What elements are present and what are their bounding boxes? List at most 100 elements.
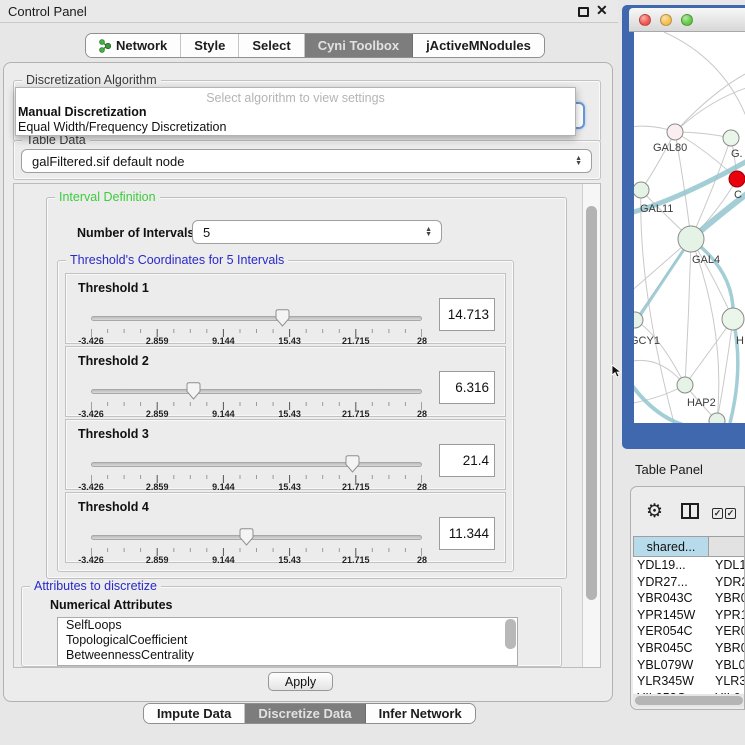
tab-discretize-data[interactable]: Discretize Data: [245, 704, 365, 723]
threshold-box: Threshold 3-3.4262.8599.14415.4321.71528…: [65, 419, 506, 490]
control-panel-title: Control Panel: [8, 4, 87, 19]
top-tab-bar: Network Style Select Cyni Toolbox jActiv…: [85, 33, 545, 58]
table-row[interactable]: YDL19...YDL1: [633, 557, 745, 574]
table-rows[interactable]: YDL19...YDL1YDR27...YDR2YBR043CYBR0YPR14…: [633, 557, 745, 694]
network-node-label: H: [736, 335, 744, 347]
slider-track[interactable]: [91, 389, 422, 394]
algorithm-dropdown-popup: Select algorithm to view settings Manual…: [15, 87, 576, 136]
tab-network[interactable]: Network: [86, 34, 181, 57]
threshold-value-field[interactable]: 21.4: [439, 444, 495, 477]
cell-name[interactable]: YBR0: [710, 590, 745, 607]
network-node[interactable]: [722, 308, 744, 330]
cell-shared-name[interactable]: YBR045C: [633, 640, 710, 657]
attribute-list-item[interactable]: TopologicalCoefficient: [58, 633, 517, 648]
cell-name[interactable]: YDL1: [710, 557, 745, 574]
slider-thumb[interactable]: [239, 528, 254, 546]
cell-shared-name[interactable]: YLR345W: [633, 673, 710, 690]
cell-name[interactable]: YBR0: [710, 640, 745, 657]
network-node-label: GAL80: [653, 142, 687, 154]
threshold-label: Threshold 1: [78, 281, 149, 295]
column-header-shared[interactable]: shared...: [633, 536, 709, 557]
tab-jactivemnodules[interactable]: jActiveMNodules: [413, 34, 544, 57]
threshold-value-field[interactable]: 6.316: [439, 371, 495, 404]
close-icon[interactable]: ✕: [596, 2, 608, 19]
cell-name[interactable]: YER0: [710, 623, 745, 640]
list-scrollbar-thumb[interactable]: [505, 619, 516, 649]
network-view-window: GAL80G.CGAL11GAL4GCY1HHAP2: [622, 5, 745, 449]
float-window-icon[interactable]: [578, 7, 589, 17]
tab-select[interactable]: Select: [239, 34, 304, 57]
tab-infer-network[interactable]: Infer Network: [366, 704, 475, 723]
tab-style[interactable]: Style: [181, 34, 239, 57]
cell-name[interactable]: YPR1: [710, 607, 745, 624]
slider-track[interactable]: [91, 316, 422, 321]
network-node[interactable]: [729, 171, 745, 187]
split-view-icon[interactable]: [681, 503, 699, 519]
checkbox-icon[interactable]: ✓: [725, 508, 736, 519]
cell-shared-name[interactable]: YDL19...: [633, 557, 710, 574]
table-row[interactable]: YBL079WYBL0: [633, 657, 745, 674]
network-node[interactable]: [667, 124, 683, 140]
slider-thumb[interactable]: [186, 382, 201, 400]
cell-shared-name[interactable]: YDR27...: [633, 574, 710, 591]
threshold-slider[interactable]: -3.4262.8599.14415.4321.71528: [91, 382, 422, 416]
table-row[interactable]: YER054CYER0: [633, 623, 745, 640]
tick-label: 15.43: [268, 555, 312, 565]
vertical-scrollbar-track[interactable]: [582, 184, 600, 667]
threshold-value-field[interactable]: 11.344: [439, 517, 495, 550]
slider-thumb[interactable]: [345, 455, 360, 473]
table-row[interactable]: YBR043CYBR0: [633, 590, 745, 607]
interval-definition-title: Interval Definition: [55, 190, 160, 204]
checkbox-icon[interactable]: ✓: [712, 508, 723, 519]
table-row[interactable]: YPR145WYPR1: [633, 607, 745, 624]
table-row[interactable]: YLR345WYLR3: [633, 673, 745, 690]
cell-shared-name[interactable]: YPR145W: [633, 607, 710, 624]
table-row[interactable]: YBR045CYBR0: [633, 640, 745, 657]
slider-thumb[interactable]: [275, 309, 290, 327]
tick-label: -3.426: [69, 482, 113, 492]
tick-label: 15.43: [268, 409, 312, 419]
cell-name[interactable]: YBL0: [710, 657, 745, 674]
algorithm-hint-option[interactable]: Select algorithm to view settings: [16, 91, 575, 105]
network-graph: GAL80G.CGAL11GAL4GCY1HHAP2: [634, 32, 745, 423]
minimize-traffic-light-icon[interactable]: [660, 14, 672, 26]
threshold-slider[interactable]: -3.4262.8599.14415.4321.71528: [91, 455, 422, 489]
table-data-combobox[interactable]: galFiltered.sif default node ▲▼: [21, 149, 592, 173]
slider-track[interactable]: [91, 462, 422, 467]
gear-icon[interactable]: ⚙: [646, 500, 663, 523]
zoom-traffic-light-icon[interactable]: [681, 14, 693, 26]
cell-shared-name[interactable]: YBL079W: [633, 657, 710, 674]
threshold-value-field[interactable]: 14.713: [439, 298, 495, 331]
attribute-list-item[interactable]: BetweennessCentrality: [58, 648, 517, 663]
network-node[interactable]: [634, 182, 649, 198]
table-row[interactable]: YDR27...YDR2: [633, 574, 745, 591]
number-of-intervals-combobox[interactable]: 5 ▲▼: [192, 220, 442, 244]
network-node[interactable]: [723, 130, 739, 146]
numerical-attributes-label: Numerical Attributes: [50, 598, 172, 612]
network-node[interactable]: [678, 226, 704, 252]
cell-shared-name[interactable]: YBR043C: [633, 590, 710, 607]
numerical-attributes-list[interactable]: SelfLoopsTopologicalCoefficientBetweenne…: [57, 617, 518, 666]
close-traffic-light-icon[interactable]: [639, 14, 651, 26]
attribute-list-item[interactable]: SelfLoops: [58, 618, 517, 633]
vertical-scrollbar-thumb[interactable]: [586, 206, 597, 600]
horizontal-scrollbar-track[interactable]: [633, 694, 745, 707]
column-header-name[interactable]: na: [709, 536, 745, 557]
threshold-slider[interactable]: -3.4262.8599.14415.4321.71528: [91, 309, 422, 343]
algorithm-option-manual[interactable]: Manual Discretization: [18, 105, 147, 119]
tab-cyni-toolbox[interactable]: Cyni Toolbox: [305, 34, 413, 57]
cell-name[interactable]: YLR3: [710, 673, 745, 690]
tick-label: 21.715: [334, 336, 378, 346]
cell-shared-name[interactable]: YER054C: [633, 623, 710, 640]
horizontal-scrollbar-thumb[interactable]: [635, 696, 743, 705]
tab-impute-data[interactable]: Impute Data: [144, 704, 245, 723]
number-of-intervals-label: Number of Intervals: [77, 226, 194, 240]
network-node[interactable]: [677, 377, 693, 393]
cell-name[interactable]: YDR2: [710, 574, 745, 591]
slider-track[interactable]: [91, 535, 422, 540]
network-canvas[interactable]: GAL80G.CGAL11GAL4GCY1HHAP2: [634, 32, 745, 423]
apply-button[interactable]: Apply: [268, 672, 333, 691]
algorithm-option-equal-width[interactable]: Equal Width/Frequency Discretization: [18, 120, 226, 134]
number-of-intervals-value: 5: [203, 225, 210, 240]
threshold-slider[interactable]: -3.4262.8599.14415.4321.71528: [91, 528, 422, 562]
